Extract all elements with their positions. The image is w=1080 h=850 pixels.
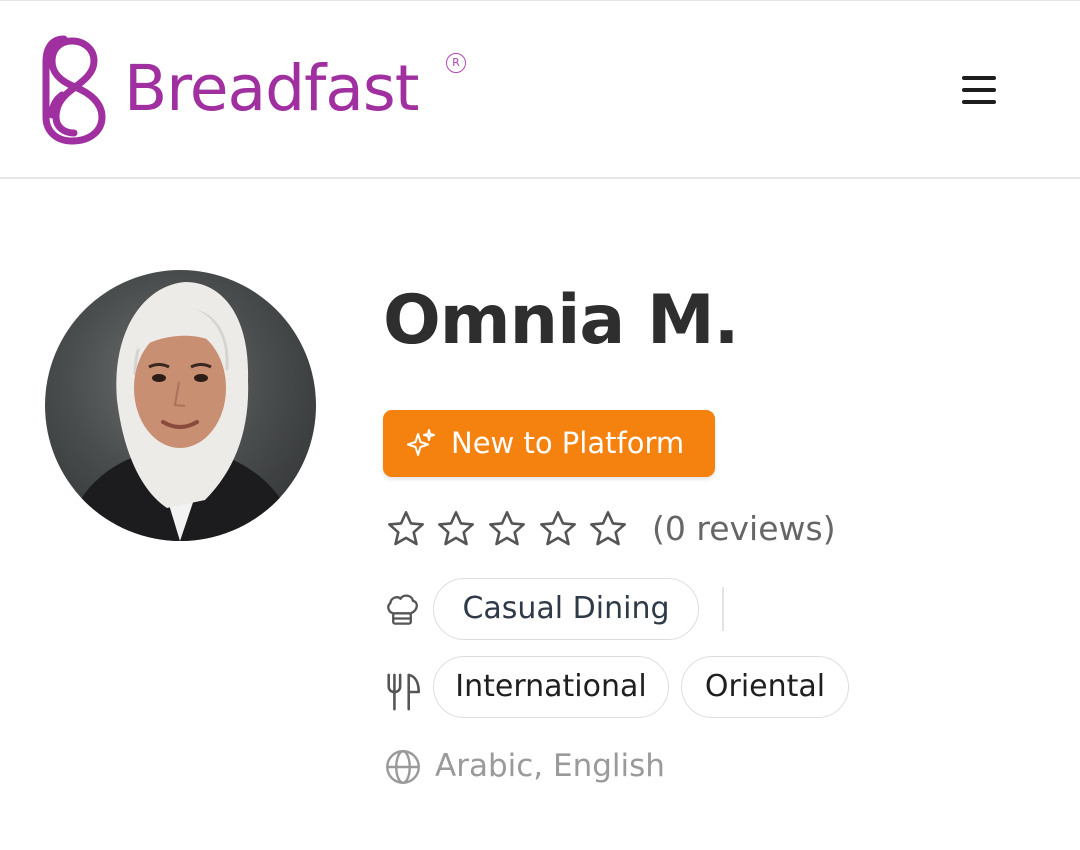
- tag-cuisine[interactable]: Oriental: [681, 656, 849, 718]
- globe-icon: [386, 750, 420, 784]
- star-empty-icon: [388, 511, 424, 546]
- chef-name: Omnia M.: [383, 281, 739, 360]
- avatar: [45, 270, 316, 541]
- star-empty-icon: [590, 511, 626, 546]
- languages-text: Arabic, English: [435, 748, 665, 784]
- divider: [722, 587, 724, 631]
- cuisine-label: Oriental: [704, 669, 826, 704]
- tag-cuisine[interactable]: International: [433, 656, 669, 718]
- star-empty-icon: [489, 511, 525, 546]
- chef-hat-icon: [387, 594, 418, 625]
- breadfast-logo-icon[interactable]: [42, 31, 108, 147]
- review-count[interactable]: (0 reviews): [652, 506, 836, 552]
- star-empty-icon: [540, 511, 576, 546]
- hamburger-menu-icon[interactable]: [950, 65, 1006, 115]
- brand-name[interactable]: Breadfast: [124, 49, 419, 129]
- badge-label: New to Platform: [451, 426, 685, 460]
- star-empty-icon: [438, 511, 474, 546]
- tag-dining-type[interactable]: Casual Dining: [433, 578, 699, 640]
- new-to-platform-badge: New to Platform: [383, 410, 715, 477]
- fork-knife-icon: [387, 673, 420, 711]
- chef-photo: [65, 282, 300, 541]
- site-header: Breadfast R: [0, 0, 1080, 179]
- sparkles-icon: [407, 429, 435, 456]
- cuisine-label: International: [455, 669, 647, 704]
- registered-mark: R: [446, 53, 466, 73]
- dining-type-label: Casual Dining: [462, 591, 670, 626]
